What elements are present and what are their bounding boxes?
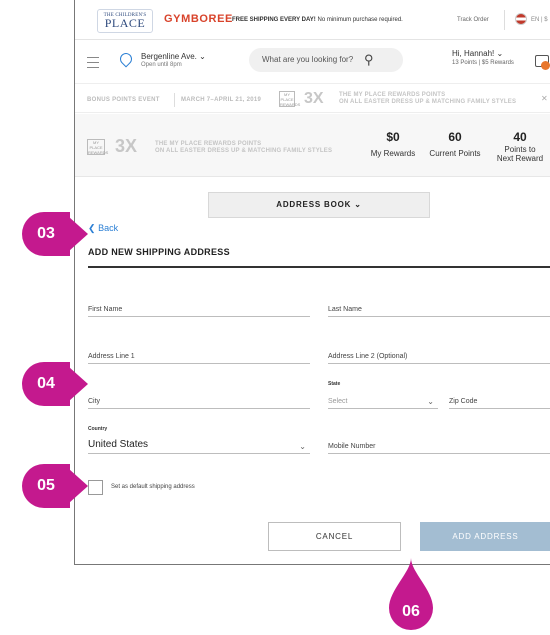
chevron-down-icon: ⌄ [299, 442, 306, 451]
callout-06-label: 06 [402, 603, 420, 620]
zip-code-label: Zip Code [449, 398, 478, 405]
my-rewards-value: $0 [386, 130, 400, 144]
current-points-value: 60 [448, 130, 462, 144]
free-shipping-bold: FREE SHIPPING EVERY DAY! [232, 17, 316, 23]
rewards-summary: MY PLACE REWARDS 3X THE MY PLACE REWARDS… [75, 114, 550, 177]
promo-multiplier: 3X [304, 90, 324, 107]
back-link[interactable]: ❮ Back [88, 223, 118, 234]
search-icon[interactable]: ⚲ [364, 52, 374, 68]
divider [174, 93, 175, 107]
chevron-left-icon: ❮ [88, 223, 96, 233]
mobile-number-label: Mobile Number [328, 443, 376, 450]
state-caption: State [328, 381, 341, 387]
chevron-down-icon: ⌄ [354, 200, 362, 209]
default-address-label[interactable]: Set as default shipping address [111, 484, 195, 490]
callout-05: 05 [22, 464, 88, 508]
last-name-field[interactable]: Last Name [328, 302, 550, 317]
next-reward-value: 40 [513, 130, 527, 144]
my-place-rewards-badge-icon: MY PLACE REWARDS [87, 139, 109, 155]
language-currency[interactable]: EN | $ [531, 17, 548, 23]
next-reward-label-1: Points to [504, 145, 536, 154]
promo-text-line1: THE MY PLACE REWARDS POINTS [339, 92, 446, 98]
first-name-label: First Name [88, 306, 123, 313]
promo-dates: MARCH 7–APRIL 21, 2019 [181, 97, 262, 103]
next-reward-stat: 40 Points to Next Reward [490, 130, 550, 163]
address-line1-field[interactable]: Address Line 1 [88, 349, 310, 364]
zip-code-field[interactable]: Zip Code [449, 394, 550, 409]
rewards-promo-line1: THE MY PLACE REWARDS POINTS [155, 141, 262, 147]
tcp-logo-big: PLACE [104, 16, 146, 30]
greeting: Hi, Hannah! [452, 49, 495, 58]
my-rewards-label: My Rewards [370, 149, 416, 158]
default-address-checkbox[interactable] [88, 480, 103, 495]
menu-icon[interactable] [87, 57, 99, 72]
promo-banner[interactable]: BONUS POINTS EVENT MARCH 7–APRIL 21, 201… [75, 83, 550, 113]
my-place-rewards-badge-icon: MY PLACE REWARDS [279, 91, 301, 107]
rewards-promo-line2: ON ALL EASTER DRESS UP & MATCHING FAMILY… [155, 148, 333, 154]
rewards-promo-text: THE MY PLACE REWARDS POINTS ON ALL EASTE… [155, 141, 332, 155]
free-shipping-banner: FREE SHIPPING EVERY DAY! No minimum purc… [232, 17, 403, 23]
store-name: Bergenline Ave. [141, 52, 197, 61]
close-icon[interactable]: ✕ [541, 94, 548, 103]
browser-frame: THE CHILDREN'S PLACE GYMBOREE FREE SHIPP… [74, 0, 550, 565]
callout-06: 06 [389, 558, 433, 630]
search-placeholder: What are you looking for? [262, 55, 354, 64]
address-line2-field[interactable]: Address Line 2 (Optional) [328, 349, 550, 364]
tcp-logo[interactable]: THE CHILDREN'S PLACE [97, 9, 153, 33]
my-rewards-stat: $0 My Rewards [365, 130, 421, 158]
country-value: United States [88, 439, 149, 450]
callout-03: 03 [22, 212, 88, 256]
top-bar: THE CHILDREN'S PLACE GYMBOREE FREE SHIPP… [75, 0, 550, 40]
first-name-field[interactable]: First Name [88, 302, 310, 317]
address-line2-label: Address Line 2 (Optional) [328, 353, 408, 360]
cancel-button[interactable]: CANCEL [268, 522, 401, 551]
track-order-link[interactable]: Track Order [457, 17, 489, 23]
next-reward-label-2: Next Reward [496, 154, 544, 163]
back-label: Back [98, 223, 119, 233]
chevron-down-icon: ⌄ [427, 397, 434, 406]
address-line1-label: Address Line 1 [88, 353, 135, 360]
country-select[interactable]: Country United States ⌄ [88, 426, 310, 454]
city-label: City [88, 398, 101, 405]
current-points-stat: 60 Current Points [423, 130, 487, 158]
chevron-down-icon: ⌄ [199, 52, 206, 61]
location-pin-icon [117, 50, 135, 68]
store-hours: Open until 8pm [141, 62, 182, 68]
divider [88, 266, 550, 268]
account-menu[interactable]: Hi, Hannah! ⌄ 13 Points | $5 Rewards [452, 49, 514, 66]
address-book-dropdown[interactable]: ADDRESS BOOK ⌄ [208, 192, 430, 218]
current-points-label: Current Points [429, 149, 481, 158]
state-value: Select [328, 398, 348, 405]
divider [504, 10, 505, 30]
gymboree-logo[interactable]: GYMBOREE [164, 13, 233, 25]
store-selector[interactable]: Bergenline Ave. ⌄ Open until 8pm [141, 52, 206, 68]
callout-04: 04 [22, 362, 88, 406]
free-shipping-rest: No minimum purchase required. [315, 17, 403, 23]
mobile-number-field[interactable]: Mobile Number [328, 439, 550, 454]
points-summary: 13 Points | $5 Rewards [452, 60, 514, 66]
promo-bonus: BONUS POINTS EVENT [87, 97, 160, 103]
promo-text: THE MY PLACE REWARDS POINTS ON ALL EASTE… [339, 92, 516, 106]
rewards-multiplier: 3X [115, 136, 138, 156]
city-field[interactable]: City [88, 394, 310, 409]
country-caption: Country [88, 426, 108, 432]
search-input[interactable]: What are you looking for? ⚲ [249, 48, 403, 72]
us-flag-icon[interactable] [515, 13, 527, 25]
promo-text-line2: ON ALL EASTER DRESS UP & MATCHING FAMILY… [339, 99, 517, 105]
address-book-label: ADDRESS BOOK [276, 200, 352, 209]
chevron-down-icon: ⌄ [496, 49, 504, 58]
last-name-label: Last Name [328, 306, 362, 313]
add-address-button[interactable]: ADD ADDRESS [420, 522, 550, 551]
cart-count-badge [541, 61, 550, 70]
state-select[interactable]: State Select ⌄ [328, 381, 438, 409]
form-title: ADD NEW SHIPPING ADDRESS [88, 247, 230, 257]
